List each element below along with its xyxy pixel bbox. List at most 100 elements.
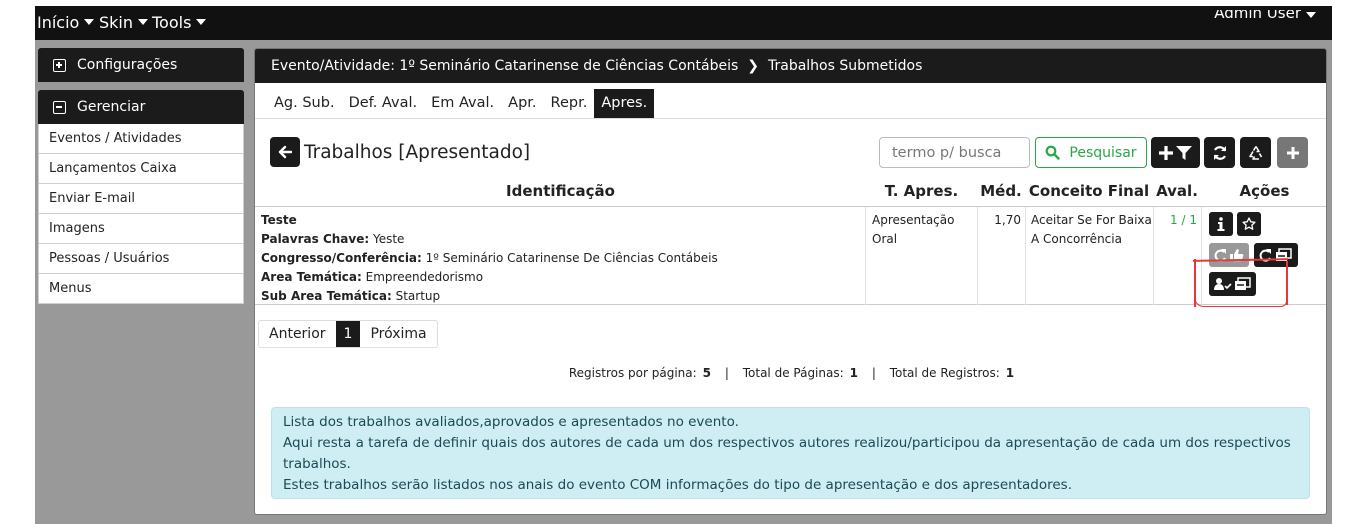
plus-filter-icon [1158, 145, 1192, 160]
star-button[interactable] [1237, 212, 1261, 236]
next-page-button[interactable]: Próxima [360, 321, 436, 347]
refresh-icon [1213, 145, 1226, 160]
nav-skin-label: Skin [99, 13, 134, 32]
sidebar-manage-block: Gerenciar Eventos / Atividades Lançament… [38, 90, 244, 304]
refresh-button[interactable] [1204, 137, 1235, 168]
sidebar-item-imagens[interactable]: Imagens [38, 214, 244, 244]
column-divider [865, 207, 866, 305]
nav-skin[interactable]: Skin [99, 13, 149, 32]
keywords-value: Yeste [372, 232, 405, 246]
congress-value: 1º Seminário Catarinense De Ciências Con… [425, 251, 718, 265]
sidebar-config-block: Configurações [38, 48, 244, 82]
breadcrumb: Evento/Atividade: 1º Seminário Catarinen… [255, 49, 1326, 83]
plus-square-icon [53, 58, 66, 72]
chevron-right-icon: ❯ [747, 58, 759, 74]
search-input[interactable] [879, 137, 1030, 168]
column-divider [1025, 207, 1026, 305]
page-title: Trabalhos [Apresentado] [270, 137, 530, 167]
pagination: Anterior 1 Próxima [258, 320, 438, 348]
subarea-label: Sub Area Temática: [261, 289, 392, 303]
conceito-line-1: Aceitar Se For Baixa [1031, 213, 1152, 227]
plus-icon [1286, 146, 1299, 159]
tab-apr[interactable]: Apr. [501, 89, 543, 119]
area-value: Empreendedorismo [365, 270, 484, 284]
tab-repr[interactable]: Repr. [544, 89, 595, 119]
col-aval: Aval. [1156, 182, 1198, 200]
page-title-text: Trabalhos [Apresentado] [304, 141, 531, 163]
tab-ag-sub[interactable]: Ag. Sub. [267, 89, 342, 119]
info-button[interactable] [1209, 212, 1233, 236]
sidebar-config-title: Configurações [77, 57, 178, 73]
search-button-label: Pesquisar [1069, 144, 1137, 161]
sidebar-config-header[interactable]: Configurações [38, 48, 244, 82]
page-1-button[interactable]: 1 [335, 321, 361, 347]
col-acoes: Ações [1239, 182, 1290, 200]
total-label: Total de Registros: [889, 366, 1000, 380]
info-alert: Lista dos trabalhos avaliados,aprovados … [271, 407, 1310, 499]
records-info: Registros por página: 5 | Total de Página… [255, 366, 1326, 380]
arrow-left-icon [278, 145, 292, 159]
nav-inicio[interactable]: Início [37, 13, 95, 32]
caret-down-icon [1306, 12, 1316, 18]
row-identification: Teste Palavras Chave: Yeste Congresso/Co… [261, 211, 861, 306]
nav-tools[interactable]: Tools [152, 13, 207, 32]
separator: | [724, 366, 729, 380]
search-icon [1046, 145, 1061, 160]
annotation-line [1194, 263, 1287, 307]
tab-apres[interactable]: Apres. [594, 89, 655, 119]
search-button[interactable]: Pesquisar [1035, 137, 1147, 168]
sidebar-item-menus[interactable]: Menus [38, 274, 244, 304]
info-line-1: Lista dos trabalhos avaliados,aprovados … [283, 414, 739, 430]
tab-def-aval[interactable]: Def. Aval. [342, 89, 425, 119]
per-page-label: Registros por página: [568, 366, 697, 380]
recycle-button[interactable] [1240, 137, 1271, 168]
top-navbar: Início Skin Tools Admin User [35, 6, 1332, 40]
sidebar-menu: Eventos / Atividades Lançamentos Caixa E… [38, 124, 244, 304]
row-aval: 1 / 1 [1170, 213, 1197, 227]
tipo-line-1: Apresentação [872, 213, 955, 227]
row-conceito: Aceitar Se For Baixa A Concorrência [1031, 211, 1152, 249]
nav-inicio-label: Início [37, 13, 80, 32]
sidebar-item-email[interactable]: Enviar E-mail [38, 184, 244, 214]
pages-label: Total de Páginas: [742, 366, 844, 380]
col-media: Méd. [980, 182, 1022, 200]
caret-down-icon [196, 19, 207, 25]
row-title: Teste [261, 213, 297, 227]
tab-em-aval[interactable]: Em Aval. [424, 89, 501, 119]
sidebar-manage-header[interactable]: Gerenciar [38, 90, 244, 124]
back-button[interactable] [270, 137, 300, 167]
sidebar-manage-title: Gerenciar [77, 99, 146, 115]
table-row: Teste Palavras Chave: Yeste Congresso/Co… [255, 207, 1326, 306]
conceito-line-2: A Concorrência [1031, 232, 1122, 246]
caret-down-icon [84, 19, 95, 25]
recycle-icon [1248, 145, 1262, 160]
info-line-3: Estes trabalhos serão listados nos anais… [283, 477, 1072, 493]
sidebar-item-pessoas[interactable]: Pessoas / Usuários [38, 244, 244, 274]
add-button[interactable] [1277, 137, 1308, 168]
breadcrumb-event[interactable]: Evento/Atividade: 1º Seminário Catarinen… [271, 58, 738, 74]
minus-square-icon [53, 100, 66, 114]
row-tipo-apres: Apresentação Oral [872, 211, 954, 249]
app-window: Início Skin Tools Admin User Configuraçõ… [35, 6, 1332, 524]
table-header: Identificação T. Apres. Méd. Conceito Fi… [255, 177, 1326, 207]
tabs-divider [255, 118, 1326, 119]
subarea-value: Startup [395, 289, 441, 303]
breadcrumb-page: Trabalhos Submetidos [768, 58, 923, 74]
add-filter-button[interactable] [1151, 137, 1200, 168]
keywords-label: Palavras Chave: [261, 232, 370, 246]
prev-page-button[interactable]: Anterior [259, 321, 336, 347]
sidebar-item-lancamentos[interactable]: Lançamentos Caixa [38, 154, 244, 184]
nav-tools-label: Tools [152, 13, 192, 32]
caret-down-icon [138, 19, 149, 25]
sidebar-item-eventos[interactable]: Eventos / Atividades [38, 124, 244, 154]
info-line-2: Aqui resta a tarefa de definir quais dos… [283, 435, 1291, 472]
row-media: 1,70 [994, 213, 1021, 227]
tipo-line-2: Oral [872, 232, 898, 246]
congress-label: Congresso/Conferência: [261, 251, 422, 265]
user-menu[interactable]: Admin User [1214, 10, 1316, 22]
col-identificacao: Identificação [506, 182, 615, 200]
per-page-value: 5 [702, 366, 712, 380]
total-value: 1 [1005, 366, 1015, 380]
area-label: Area Temática: [261, 270, 362, 284]
user-name: Admin User [1214, 10, 1301, 22]
